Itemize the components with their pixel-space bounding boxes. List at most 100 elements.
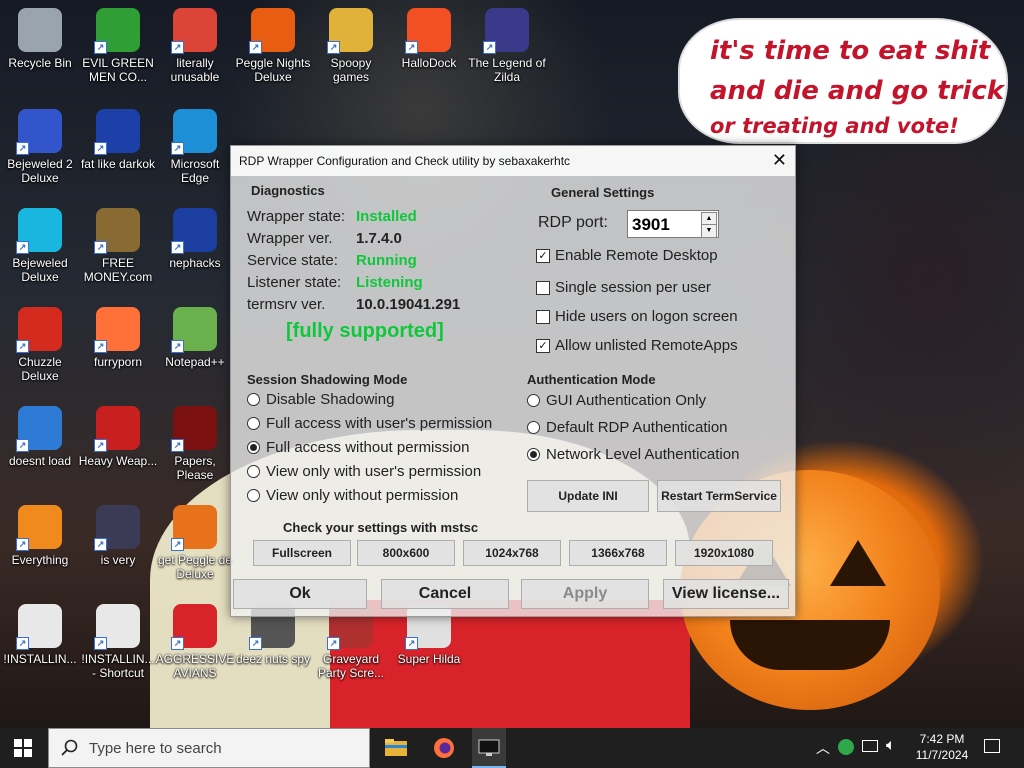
desktop-icon-label: Heavy Weap... (78, 454, 158, 468)
radio-icon (247, 417, 260, 430)
shadowing-heading: Session Shadowing Mode (247, 372, 408, 387)
desktop-icon-label: EVIL GREEN MEN CO... (82, 56, 154, 84)
clock[interactable]: 7:42 PM 11/7/2024 (910, 731, 974, 763)
desktop-icon[interactable]: ↗ Peggle Nights Deluxe (233, 8, 313, 84)
resolution-800x600-button[interactable]: 800x600 (357, 540, 455, 566)
desktop-icon[interactable]: Recycle Bin (0, 8, 80, 70)
notepad-plus-plus-icon: ↗ (171, 307, 217, 353)
enable-remote-desktop-checkbox[interactable]: ✓ Enable Remote Desktop (536, 247, 718, 264)
desktop-icon[interactable]: ↗ nephacks (155, 208, 235, 270)
shortcut-arrow-icon: ↗ (16, 439, 29, 452)
shortcut-arrow-icon: ↗ (171, 41, 184, 54)
desktop-icon[interactable]: ↗ !INSTALLIN... (0, 604, 80, 666)
close-icon[interactable]: ✕ (772, 150, 787, 171)
check-settings-heading: Check your settings with mstsc (283, 520, 479, 535)
shortcut-arrow-icon: ↗ (16, 538, 29, 551)
radio-selected-icon (247, 441, 260, 454)
thunderbird-icon: ↗ (16, 406, 62, 452)
desktop-icon[interactable]: ↗ Microsoft Edge (155, 109, 235, 185)
shortcut-arrow-icon: ↗ (327, 637, 340, 650)
checkbox-box-icon: ✓ (536, 338, 550, 353)
tray-people-icon[interactable] (838, 739, 854, 755)
notification-center-icon[interactable] (984, 739, 1000, 753)
fullscreen-button[interactable]: Fullscreen (253, 540, 351, 566)
desktop-icon[interactable]: ↗ Bejeweled 2 Deluxe (0, 109, 80, 185)
firefox-icon (434, 738, 454, 758)
desktop-icon[interactable]: ↗ Heavy Weap... (78, 406, 158, 468)
desktop-icon[interactable]: ↗ Spoopy games (311, 8, 391, 84)
rdp-wrapper-taskbar-button[interactable] (472, 728, 506, 768)
shadow-view-with-permission-radio[interactable]: View only with user's permission (247, 463, 481, 480)
search-placeholder: Type here to search (89, 740, 222, 757)
bubble-line-2: and die and go trick (710, 76, 1005, 106)
cancel-button[interactable]: Cancel (381, 579, 509, 609)
desktop-icon[interactable]: ↗ Papers, Please (155, 406, 235, 482)
radio-icon (247, 393, 260, 406)
desktop-icon-label: FREE MONEY.com (83, 256, 153, 284)
desktop-icon[interactable]: ↗ get Peggle de Deluxe (155, 505, 235, 581)
desktop-icon-label: Bejeweled Deluxe (12, 256, 68, 284)
taskbar: Type here to search ︿ 🔈︎ 7:42 PM 11/7/20… (0, 728, 1024, 768)
shortcut-arrow-icon: ↗ (16, 241, 29, 254)
desktop-icon-label: nephacks (169, 256, 221, 270)
mpl-shield-icon: ↗ (94, 505, 140, 551)
view-license-button[interactable]: View license... (663, 579, 789, 609)
hide-users-checkbox[interactable]: Hide users on logon screen (536, 308, 738, 325)
desktop-icon-label: Super Hilda (397, 652, 461, 666)
desktop-icon-label: The Legend of Zilda (468, 56, 546, 84)
desktop-icon[interactable]: ↗ furryporn (78, 307, 158, 369)
taskbar-search-box[interactable]: Type here to search (48, 728, 370, 768)
text-file-shortcut-icon: ↗ (94, 604, 140, 650)
desktop-icon[interactable]: ↗ fat like darkok (78, 109, 158, 171)
rdp-wrapper-window[interactable]: RDP Wrapper Configuration and Check util… (230, 145, 796, 617)
desktop-icon[interactable]: ↗ Bejeweled Deluxe (0, 208, 80, 284)
desktop-icon[interactable]: ↗ HalloDock (389, 8, 469, 70)
rdp-port-field[interactable]: 3901 ▲ ▼ (627, 210, 719, 238)
firefox-taskbar-button[interactable] (432, 736, 456, 760)
port-down-icon[interactable]: ▼ (701, 224, 717, 238)
apply-button[interactable]: Apply (521, 579, 649, 609)
desktop-icon[interactable]: ↗ Notepad++ (155, 307, 235, 369)
volume-icon[interactable]: 🔈︎ (886, 737, 896, 755)
desktop-icon[interactable]: ↗ doesnt load (0, 406, 80, 468)
desktop-icon[interactable]: ↗ EVIL GREEN MEN CO... (78, 8, 158, 84)
shortcut-arrow-icon: ↗ (249, 41, 262, 54)
show-hidden-icons-chevron-icon[interactable]: ︿ (816, 738, 830, 758)
auth-gui-only-radio[interactable]: GUI Authentication Only (527, 392, 706, 409)
start-button[interactable] (14, 739, 32, 757)
auth-default-rdp-radio[interactable]: Default RDP Authentication (527, 419, 728, 436)
resolution-1024x768-button[interactable]: 1024x768 (463, 540, 561, 566)
shadow-disable-radio[interactable]: Disable Shadowing (247, 391, 394, 408)
file-explorer-taskbar-button[interactable] (384, 736, 408, 760)
shadow-full-without-permission-radio[interactable]: Full access without permission (247, 439, 469, 456)
desktop-icon[interactable]: ↗ !INSTALLIN... - Shortcut (78, 604, 158, 680)
shadow-view-without-permission-radio[interactable]: View only without permission (247, 487, 458, 504)
shadow-full-with-permission-radio[interactable]: Full access with user's permission (247, 415, 492, 432)
desktop-icon[interactable]: ↗ AGGRESSIVE AVIANS (155, 604, 235, 680)
resolution-1920x1080-button[interactable]: 1920x1080 (675, 540, 773, 566)
bubble-line-3: or treating and vote! (710, 114, 959, 138)
update-ini-button[interactable]: Update INI (527, 480, 649, 512)
desktop-icon[interactable]: ↗ FREE MONEY.com (78, 208, 158, 284)
magnifier-icon: ↗ (16, 505, 62, 551)
text-file-icon: ↗ (16, 604, 62, 650)
shortcut-arrow-icon: ↗ (171, 538, 184, 551)
radio-icon (527, 394, 540, 407)
restart-termservice-button[interactable]: Restart TermService (657, 480, 781, 512)
shortcut-arrow-icon: ↗ (94, 538, 107, 551)
desktop-icon[interactable]: ↗ The Legend of Zilda (467, 8, 547, 84)
ok-button[interactable]: Ok (233, 579, 367, 609)
desktop-icon[interactable]: ↗ is very (78, 505, 158, 567)
radio-icon (527, 421, 540, 434)
desktop-icon[interactable]: ↗ Chuzzle Deluxe (0, 307, 80, 383)
resolution-1366x768-button[interactable]: 1366x768 (569, 540, 667, 566)
desktop-icon[interactable]: ↗ Everything (0, 505, 80, 567)
desktop-icon-label: furryporn (93, 355, 143, 369)
desktop-icon[interactable]: ↗ literally unusable (155, 8, 235, 84)
network-icon[interactable] (862, 740, 878, 752)
window-titlebar[interactable]: RDP Wrapper Configuration and Check util… (231, 146, 795, 176)
auth-nla-radio[interactable]: Network Level Authentication (527, 446, 739, 463)
single-session-checkbox[interactable]: Single session per user (536, 279, 711, 296)
shortcut-arrow-icon: ↗ (405, 41, 418, 54)
allow-unlisted-remoteapps-checkbox[interactable]: ✓ Allow unlisted RemoteApps (536, 337, 738, 354)
